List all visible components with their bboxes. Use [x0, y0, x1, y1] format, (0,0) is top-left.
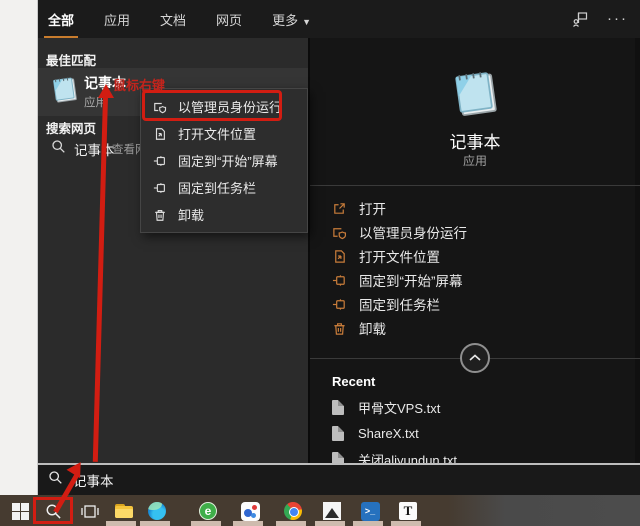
run-as-admin-icon [332, 225, 347, 240]
edge-browser-icon[interactable] [145, 499, 169, 523]
search-input[interactable]: 记事本 [38, 463, 640, 495]
screenshot-root: 全部 应用 文档 网页 更多 ▼ ··· 最佳匹配 [0, 0, 640, 526]
file-explorer-icon[interactable] [112, 499, 136, 523]
notepad-app-icon [50, 74, 80, 111]
document-icon [332, 400, 344, 415]
action-open[interactable]: 打开 [332, 197, 386, 219]
recent-file-name: 关闭aliyundun.txt [358, 450, 457, 464]
open-app-indicator [140, 521, 170, 526]
menu-item-label: 固定到“开始”屏幕 [178, 151, 278, 170]
web-search-query: 记事本 [74, 139, 115, 159]
feedback-icon[interactable] [572, 11, 589, 28]
typora-icon[interactable]: T [396, 499, 420, 523]
tab-apps[interactable]: 应用 [102, 4, 132, 35]
tab-web[interactable]: 网页 [214, 4, 244, 35]
menu-item-label: 固定到任务栏 [178, 178, 256, 197]
recent-header: Recent [332, 374, 375, 389]
pin-to-taskbar-icon [332, 297, 347, 312]
recent-file-name: ShareX.txt [358, 426, 419, 441]
menu-item-open-file-location[interactable]: 打开文件位置 [141, 120, 307, 147]
recent-file-row[interactable]: 关闭aliyundun.txt [332, 450, 457, 463]
search-topbar: 全部 应用 文档 网页 更多 ▼ ··· [38, 0, 640, 38]
uninstall-icon [153, 208, 167, 222]
action-label: 打开文件位置 [359, 246, 440, 266]
pin-to-taskbar-icon [153, 181, 167, 195]
notepad-app-icon-large [449, 66, 503, 127]
annotation-arrowhead-up [98, 84, 114, 98]
tab-all[interactable]: 全部 [46, 4, 76, 35]
tab-more[interactable]: 更多 ▼ [270, 4, 313, 35]
open-app-indicator [106, 521, 136, 526]
task-view-button[interactable] [78, 499, 102, 523]
action-label: 固定到任务栏 [359, 294, 440, 314]
action-label: 打开 [359, 198, 386, 218]
document-icon [332, 426, 344, 441]
search-filter-tabs: 全部 应用 文档 网页 更多 ▼ [38, 4, 313, 35]
open-icon [332, 201, 347, 216]
start-button[interactable] [8, 499, 32, 523]
action-label: 以管理员身份运行 [359, 222, 467, 242]
chrome-browser-icon[interactable] [281, 499, 305, 523]
photos-app-icon[interactable] [320, 499, 344, 523]
action-label: 固定到“开始”屏幕 [359, 270, 463, 290]
menu-item-uninstall[interactable]: 卸载 [141, 201, 307, 228]
action-uninstall[interactable]: 卸载 [332, 317, 386, 339]
pin-to-start-icon [332, 273, 347, 288]
pin-to-start-icon [153, 154, 167, 168]
collapse-chevron-button[interactable] [460, 343, 490, 373]
menu-item-pin-to-start[interactable]: 固定到“开始”屏幕 [141, 147, 307, 174]
divider [310, 185, 640, 186]
tab-documents[interactable]: 文档 [158, 4, 188, 35]
document-icon [332, 452, 344, 464]
menu-item-pin-to-taskbar[interactable]: 固定到任务栏 [141, 174, 307, 201]
baidu-netdisk-icon[interactable] [238, 499, 262, 523]
powershell-icon[interactable]: >_ [358, 499, 382, 523]
detail-app-type: 应用 [310, 152, 640, 169]
open-app-indicator [315, 521, 345, 526]
open-file-location-icon [332, 249, 347, 264]
open-app-indicator [276, 521, 306, 526]
tab-more-label: 更多 [272, 13, 298, 28]
open-app-indicator [191, 521, 221, 526]
action-pin-to-start[interactable]: 固定到“开始”屏幕 [332, 269, 463, 291]
web-search-header: 搜索网页 [46, 118, 96, 137]
detail-panel: 记事本 应用 打开 以管理员身份运行 [308, 38, 640, 463]
action-pin-to-taskbar[interactable]: 固定到任务栏 [332, 293, 440, 315]
scrollbar[interactable] [635, 38, 640, 463]
search-icon [48, 470, 63, 490]
open-app-indicator [391, 521, 421, 526]
desktop-background [0, 0, 38, 495]
action-run-as-admin[interactable]: 以管理员身份运行 [332, 221, 467, 243]
open-file-location-icon [153, 127, 167, 141]
action-open-file-location[interactable]: 打开文件位置 [332, 245, 440, 267]
recent-file-name: 甲骨文VPS.txt [358, 398, 440, 417]
taskbar: e >_ T [0, 495, 640, 526]
recent-file-row[interactable]: 甲骨文VPS.txt [332, 398, 440, 416]
open-app-indicator [353, 521, 383, 526]
annotation-box-run-as-admin [142, 90, 282, 121]
detail-app-name: 记事本 [310, 128, 640, 153]
open-app-indicator [233, 521, 263, 526]
uninstall-icon [332, 321, 347, 336]
topbar-actions: ··· [572, 11, 640, 28]
360-browser-icon[interactable]: e [196, 499, 220, 523]
menu-item-label: 卸载 [178, 205, 204, 224]
best-match-header: 最佳匹配 [46, 50, 96, 69]
action-label: 卸载 [359, 318, 386, 338]
menu-item-label: 打开文件位置 [178, 124, 256, 143]
recent-file-row[interactable]: ShareX.txt [332, 424, 419, 442]
more-options-icon[interactable]: ··· [607, 14, 628, 24]
search-icon [51, 139, 66, 159]
chevron-down-icon: ▼ [302, 17, 311, 27]
